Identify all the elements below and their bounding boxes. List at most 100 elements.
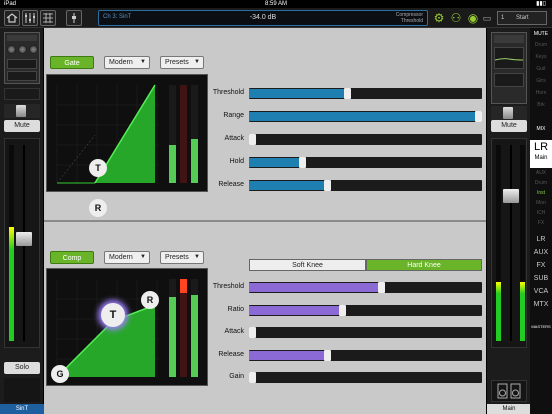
gate-release-thumb[interactable] xyxy=(323,180,331,191)
comp-release-thumb[interactable] xyxy=(323,349,331,361)
processor-readout: Compressor Threshold xyxy=(396,12,423,24)
comp-threshold-slider[interactable] xyxy=(249,282,482,293)
record-icon[interactable]: ◉ xyxy=(466,11,480,25)
bus-item-5[interactable]: MTX xyxy=(530,301,552,308)
clock: 8:59 AM xyxy=(264,1,287,7)
main-eq-thumbnail xyxy=(494,47,524,69)
gate-threshold-thumb[interactable] xyxy=(343,88,351,99)
main-balance-slider[interactable] xyxy=(491,106,527,120)
gate-release-slider[interactable] xyxy=(249,180,482,191)
comp-attack-thumb[interactable] xyxy=(249,327,256,338)
gate-mode-dropdown[interactable]: Modern ▼ xyxy=(104,56,150,69)
channel-label: SinT xyxy=(0,404,44,414)
comp-graph[interactable]: T R G xyxy=(46,268,208,386)
solo-button[interactable]: Solo xyxy=(4,362,40,374)
grid-view-icon[interactable] xyxy=(40,10,56,26)
bus-item-2[interactable]: FX xyxy=(530,262,552,269)
gate-attack-thumb[interactable] xyxy=(249,134,256,145)
channel-meter-fill xyxy=(9,227,14,341)
comp-gain-thumb[interactable] xyxy=(249,372,256,383)
mute-group-item-4[interactable]: Horn xyxy=(530,90,552,96)
status-bar: iPad 8:59 AM ▮▮▯ xyxy=(0,0,552,8)
chevron-down-icon: ▼ xyxy=(140,254,146,260)
gate-threshold-slider[interactable] xyxy=(249,88,482,99)
gate-threshold-handle[interactable]: T xyxy=(89,159,107,177)
gate-range-slider[interactable] xyxy=(249,111,482,122)
comp-presets-value: Presets xyxy=(165,254,189,261)
mix-item-1[interactable]: Drum xyxy=(530,180,552,186)
comp-gain-slider[interactable] xyxy=(249,372,482,383)
comp-release-slider[interactable] xyxy=(249,349,482,361)
right-channel-strip: Mute Main xyxy=(486,28,531,414)
bus-item-0[interactable]: LR xyxy=(530,236,552,243)
settings-icon[interactable]: ⚙ xyxy=(432,11,446,25)
gate-hold-thumb[interactable] xyxy=(298,157,306,168)
mute-group-item-2[interactable]: Guit xyxy=(530,66,552,72)
mute-button[interactable]: Mute xyxy=(4,120,40,132)
mute-group-item-5[interactable]: Brk xyxy=(530,102,552,108)
channel-fader-icon[interactable] xyxy=(66,10,82,26)
main-fader[interactable] xyxy=(491,138,527,348)
main-mute-button[interactable]: Mute xyxy=(491,120,527,132)
gate-range-handle[interactable]: R xyxy=(89,199,107,217)
comp-ratio-thumb[interactable] xyxy=(339,304,347,316)
bus-item-3[interactable]: SUB xyxy=(530,275,552,282)
mix-item-3[interactable]: Mon xyxy=(530,200,552,206)
gate-release-fill xyxy=(249,181,324,190)
channel-overview-panel[interactable] xyxy=(4,32,40,84)
mix-item-0[interactable]: AUX xyxy=(530,170,552,176)
gate-range-label: Range xyxy=(223,112,244,119)
comp-ratio-handle[interactable]: R xyxy=(141,291,159,309)
comp-gain-handle[interactable]: G xyxy=(51,365,69,383)
lr-mix-button[interactable]: LR Main xyxy=(530,140,552,168)
soft-knee-button[interactable]: Soft Knee xyxy=(249,259,366,271)
main-balance-cap[interactable] xyxy=(503,107,513,119)
device-icon[interactable]: ▭ xyxy=(480,11,494,25)
gate-presets-dropdown[interactable]: Presets ▼ xyxy=(160,56,204,69)
hard-knee-button[interactable]: Hard Knee xyxy=(366,259,482,271)
comp-release-label: Release xyxy=(218,350,244,358)
battery-icon: ▮▮▯ xyxy=(536,1,546,7)
comp-mode-dropdown[interactable]: Modern ▼ xyxy=(104,251,150,264)
comp-release-fill xyxy=(249,350,324,360)
comp-ratio-slider[interactable] xyxy=(249,304,482,316)
comp-threshold-thumb[interactable] xyxy=(377,282,385,293)
routing-icon[interactable]: ⚇ xyxy=(449,11,463,25)
pan-knob[interactable] xyxy=(18,45,27,54)
comp-threshold-handle[interactable]: T xyxy=(101,303,125,327)
fader-cap[interactable] xyxy=(16,232,32,247)
gate-enable-button[interactable]: Gate xyxy=(50,56,94,69)
gate-graph[interactable]: T R xyxy=(46,74,208,217)
main-fader-cap[interactable] xyxy=(503,188,519,203)
mute-group-item-3[interactable]: Gtrs xyxy=(530,78,552,84)
trim-knob[interactable] xyxy=(29,45,38,54)
gate-attack-slider[interactable] xyxy=(249,134,482,145)
mute-group-item-0[interactable]: Drum xyxy=(530,42,552,48)
pan-slider[interactable] xyxy=(4,104,40,118)
comp-enable-button[interactable]: Comp xyxy=(50,251,94,264)
section-divider xyxy=(44,220,486,222)
lr-label: LR xyxy=(533,141,549,153)
gate-range-fill xyxy=(249,112,475,121)
comp-attack-slider[interactable] xyxy=(249,327,482,338)
bus-item-4[interactable]: VCA xyxy=(530,288,552,295)
gate-release-label: Release xyxy=(218,181,244,188)
pan-slider-cap[interactable] xyxy=(16,105,26,117)
scene-selector[interactable]: 1 Start xyxy=(497,11,547,25)
main-meter-right xyxy=(520,145,525,341)
gate-hold-slider[interactable] xyxy=(249,157,482,168)
mute-group-item-1[interactable]: Keys xyxy=(530,54,552,60)
main-overview-panel[interactable] xyxy=(491,32,527,104)
gate-range-thumb[interactable] xyxy=(475,111,482,122)
comp-presets-dropdown[interactable]: Presets ▼ xyxy=(160,251,204,264)
main-meter-left-fill xyxy=(496,282,501,341)
channel-fader[interactable] xyxy=(4,138,40,348)
bus-item-1[interactable]: AUX xyxy=(530,249,552,256)
mix-item-5[interactable]: FX xyxy=(530,220,552,226)
home-icon[interactable] xyxy=(4,10,20,26)
gain-knob[interactable] xyxy=(7,45,16,54)
left-channel-strip: Mute Solo SinT xyxy=(0,28,44,414)
mix-item-2[interactable]: Inst xyxy=(530,190,552,196)
mix-item-4[interactable]: ICH xyxy=(530,210,552,216)
mixer-view-icon[interactable] xyxy=(22,10,38,26)
